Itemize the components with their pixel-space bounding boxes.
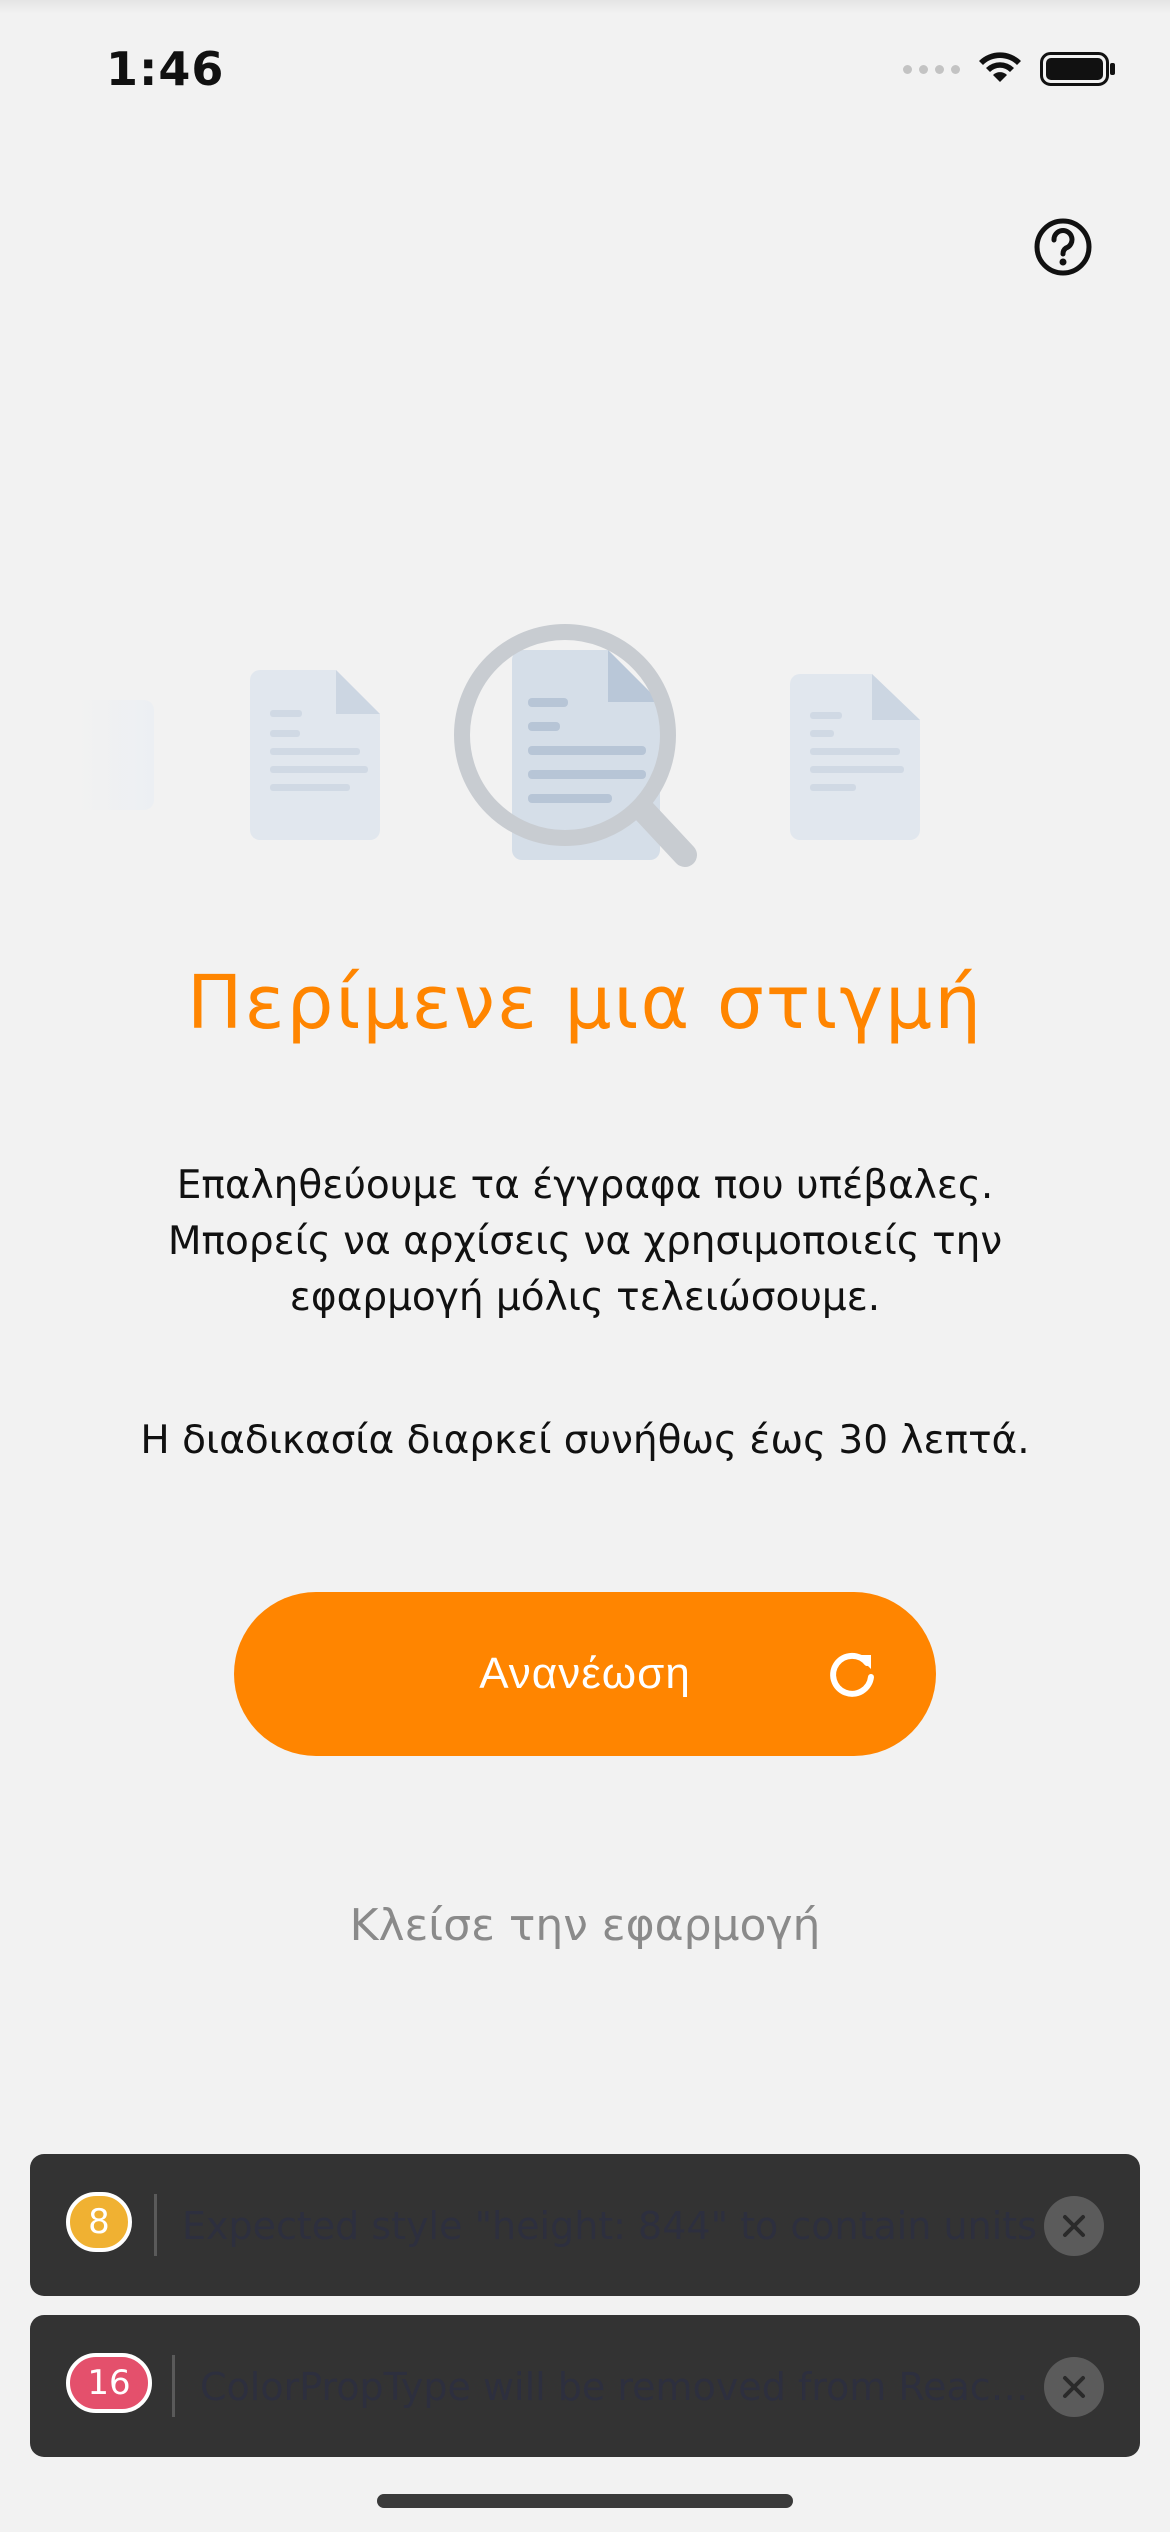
signal-dots-icon bbox=[903, 64, 960, 74]
refresh-icon bbox=[830, 1652, 874, 1697]
toast-divider bbox=[172, 2355, 175, 2417]
warning-toast[interactable]: 8 Expected style "height: 844" to contai… bbox=[30, 2154, 1140, 2296]
status-icons bbox=[903, 52, 1116, 86]
close-icon bbox=[1063, 2376, 1085, 2398]
duration-note: Η διαδικασία διαρκεί συνήθως έως 30 λεπτ… bbox=[140, 1418, 1030, 1463]
refresh-button[interactable]: Ανανέωση bbox=[234, 1592, 936, 1756]
warning-toast-message: Expected style "height: 844" to contain … bbox=[182, 2204, 1037, 2248]
error-toast[interactable]: 16 ColorPropType will be removed from Re… bbox=[30, 2315, 1140, 2457]
faded-document-icon bbox=[74, 700, 154, 810]
verification-message-line: Επαληθεύουμε τα έγγραφα που υπέβαλες. bbox=[176, 1163, 994, 1208]
close-app-link[interactable]: Κλείσε την εφαρμογή bbox=[0, 1900, 1170, 1951]
verification-message-line: Μπορείς να αρχίσεις να χρησιμοποιείς την bbox=[167, 1219, 1003, 1264]
error-toast-message: ColorPropType will be removed from React… bbox=[200, 2365, 1042, 2409]
wifi-icon bbox=[979, 52, 1021, 82]
close-icon bbox=[1063, 2215, 1085, 2237]
home-indicator[interactable] bbox=[377, 2494, 793, 2508]
document-search-illustration bbox=[74, 624, 920, 867]
verification-message-line: εφαρμογή μόλις τελειώσουμε. bbox=[289, 1275, 881, 1320]
document-icon-left bbox=[250, 670, 380, 840]
status-time: 1:46 bbox=[106, 42, 225, 96]
battery-icon bbox=[1040, 52, 1115, 86]
question-circle-icon bbox=[1034, 218, 1092, 276]
warning-count-badge: 8 bbox=[66, 2192, 132, 2252]
dismiss-error-button[interactable] bbox=[1044, 2357, 1104, 2417]
page-title: Περίμενε μια στιγμή bbox=[186, 960, 984, 1046]
verification-message: Επαληθεύουμε τα έγγραφα που υπέβαλες. Μπ… bbox=[85, 1158, 1085, 1326]
document-icon-right bbox=[790, 674, 920, 840]
status-bar: 1:46 bbox=[0, 0, 1170, 140]
toast-divider bbox=[154, 2194, 157, 2256]
help-button[interactable] bbox=[1032, 216, 1094, 278]
error-count-badge: 16 bbox=[66, 2353, 152, 2413]
dismiss-warning-button[interactable] bbox=[1044, 2196, 1104, 2256]
